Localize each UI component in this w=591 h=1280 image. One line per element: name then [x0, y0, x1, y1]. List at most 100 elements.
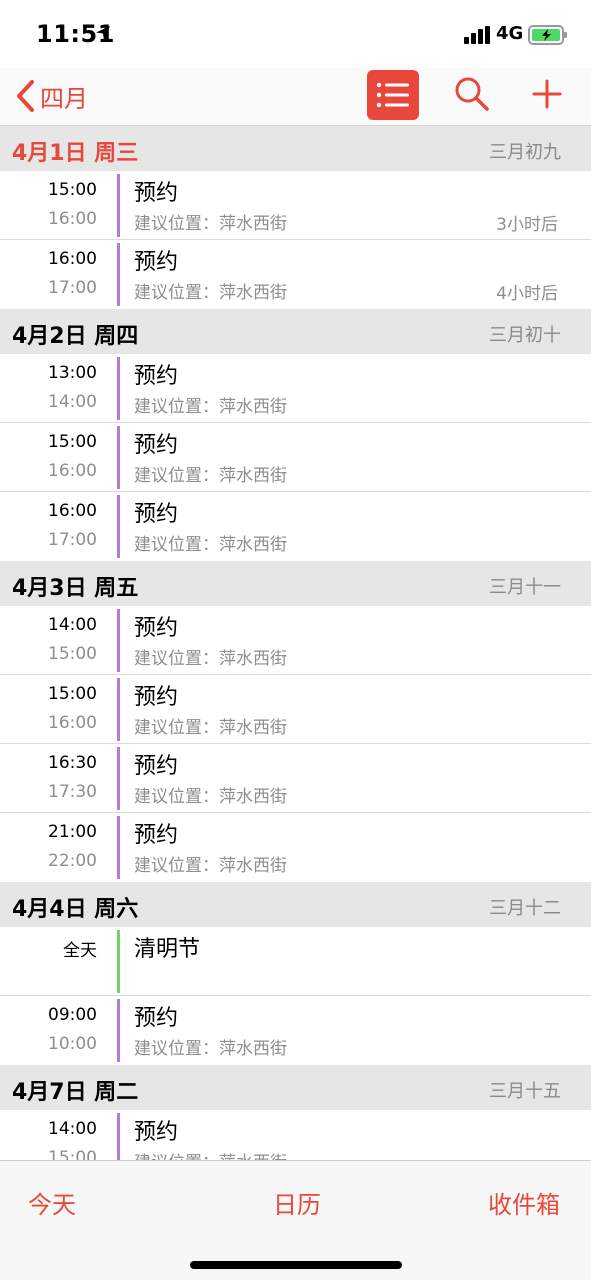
event-title: 预约: [134, 1120, 179, 1145]
calendar-color-bar: [117, 816, 120, 879]
event-row[interactable]: 13:00 14:00 预约建议位置：萍水西街: [0, 354, 591, 423]
event-start-time: 13:00: [48, 363, 97, 383]
search-icon[interactable]: [452, 74, 492, 114]
event-end-time: 16:00: [48, 209, 97, 229]
day-lunar-date: 三月十五: [489, 1081, 561, 1102]
event-title: 预约: [134, 181, 179, 206]
day-header: 4月2日 周四 三月初十: [0, 309, 591, 354]
event-location: 建议位置：萍水西街: [134, 214, 287, 234]
tab-calendar[interactable]: 日历: [273, 1185, 321, 1220]
event-row[interactable]: 15:00 16:00 预约建议位置：萍水西街 3小时后: [0, 171, 591, 240]
event-start-time: 全天: [63, 941, 97, 961]
event-row[interactable]: 09:00 10:00 预约建议位置：萍水西街: [0, 996, 591, 1065]
event-title: 预约: [134, 250, 179, 275]
calendar-color-bar: [117, 999, 120, 1062]
event-relative-time: 4小时后: [496, 284, 558, 304]
event-end-time: 15:00: [48, 1148, 97, 1160]
event-title: 清明节: [134, 937, 201, 962]
event-location: 建议位置：萍水西街: [134, 718, 287, 738]
event-row[interactable]: 15:00 16:00 预约建议位置：萍水西街: [0, 423, 591, 492]
event-location: 建议位置：萍水西街: [134, 283, 287, 303]
tab-today[interactable]: 今天: [28, 1185, 76, 1220]
event-end-time: 16:00: [48, 713, 97, 733]
event-end-time: 15:00: [48, 644, 97, 664]
event-title: 预约: [134, 502, 179, 527]
event-title: 预约: [134, 1006, 179, 1031]
event-list[interactable]: 4月1日 周三 三月初九 15:00 16:00 预约 建议位置：萍水西街 3小时后 16:0…: [0, 126, 591, 1160]
back-button[interactable]: 四月: [14, 74, 88, 118]
event-start-time: 09:00: [48, 1005, 97, 1025]
add-icon[interactable]: [528, 74, 566, 114]
event-start-time: 21:00: [48, 822, 97, 842]
tab-inbox[interactable]: 收件箱: [488, 1185, 560, 1220]
event-row[interactable]: 16:30 17:30 预约 建议位置：萍水西街: [0, 744, 591, 813]
location-arrow-icon: [96, 26, 110, 40]
event-title: 预约: [134, 364, 179, 389]
event-start-time: 15:00: [48, 180, 97, 200]
event-end-time: 17:00: [48, 278, 97, 298]
day-lunar-date: 三月初九: [489, 142, 561, 163]
day-lunar-date: 三月十一: [489, 577, 561, 598]
event-relative-time: 3小时后: [496, 215, 558, 235]
calendar-color-bar: [117, 747, 120, 810]
day-header: 4月1日 周三 三月初九: [0, 126, 591, 171]
event-start-time: 14:00: [48, 615, 97, 635]
day-header: 4月3日 周五 三月十一: [0, 561, 591, 606]
event-row[interactable]: 15:00 16:00 预约建议位置：萍水西街: [0, 675, 591, 744]
calendar-color-bar: [117, 609, 120, 672]
day-lunar-date: 三月初十: [489, 325, 561, 346]
event-row[interactable]: 21:00 22:00 预约建议位置：萍水西街: [0, 813, 591, 882]
event-location: 建议位置：萍水西街: [134, 649, 287, 669]
event-location: 建议位置：萍水西街: [134, 1039, 287, 1059]
event-row[interactable]: 14:00 15:00 预约建议位置：萍水西街: [0, 1110, 591, 1160]
event-start-time: 16:30: [48, 753, 97, 773]
list-icon: [376, 82, 409, 108]
event-start-time: 15:00: [48, 684, 97, 704]
event-location: 建议位置：萍水西街: [134, 787, 287, 807]
event-start-time: 14:00: [48, 1119, 97, 1139]
event-location: 建议位置：萍水西街: [134, 856, 287, 876]
day-date: 4月4日 周六: [12, 897, 139, 922]
calendar-color-bar: [117, 357, 120, 420]
event-end-time: 10:00: [48, 1034, 97, 1054]
day-lunar-date: 三月十二: [489, 898, 561, 919]
back-label: 四月: [40, 84, 88, 113]
event-row[interactable]: 14:00 15:00 预约建议位置：萍水西街: [0, 606, 591, 675]
day-header: 4月4日 周六 三月十二: [0, 882, 591, 927]
event-end-time: 14:00: [48, 392, 97, 412]
calendar-color-bar: [117, 495, 120, 558]
chevron-left-icon: [17, 80, 34, 112]
event-end-time: 17:30: [48, 782, 97, 802]
calendar-color-bar: [117, 243, 120, 306]
navigation-bar: 四月: [0, 68, 591, 126]
event-location: 建议位置：萍水西街: [134, 535, 287, 555]
status-bar: 11:51 4G: [0, 0, 591, 68]
day-date: 4月2日 周四: [12, 324, 139, 349]
event-end-time: 17:00: [48, 530, 97, 550]
calendar-color-bar: [117, 174, 120, 237]
calendar-color-bar: [117, 1113, 120, 1160]
battery-charging-icon: [528, 25, 567, 45]
event-end-time: 22:00: [48, 851, 97, 871]
event-title: 预约: [134, 616, 179, 641]
day-date: 4月7日 周二: [12, 1080, 139, 1105]
event-end-time: 16:00: [48, 461, 97, 481]
event-row[interactable]: 16:00 17:00 预约建议位置：萍水西街 4小时后: [0, 240, 591, 309]
event-start-time: 15:00: [48, 432, 97, 452]
event-title: 预约: [134, 823, 179, 848]
calendar-color-bar: [117, 678, 120, 741]
event-start-time: 16:00: [48, 249, 97, 269]
list-view-button[interactable]: [367, 70, 419, 120]
day-date: 4月3日 周五: [12, 576, 139, 601]
event-title: 预约: [134, 685, 179, 710]
event-row[interactable]: 16:00 17:00 预约建议位置：萍水西街: [0, 492, 591, 561]
home-indicator[interactable]: [190, 1261, 402, 1269]
event-location: 建议位置：萍水西街: [134, 397, 287, 417]
day-date: 4月1日 周三: [12, 141, 139, 166]
event-location: 建议位置：萍水西街: [134, 1148, 287, 1160]
event-row[interactable]: 全天 清明节: [0, 927, 591, 996]
event-location: 建议位置：萍水西街: [134, 466, 287, 486]
event-start-time: 16:00: [48, 501, 97, 521]
network-type: 4G: [496, 23, 524, 44]
event-title: 预约: [134, 433, 179, 458]
